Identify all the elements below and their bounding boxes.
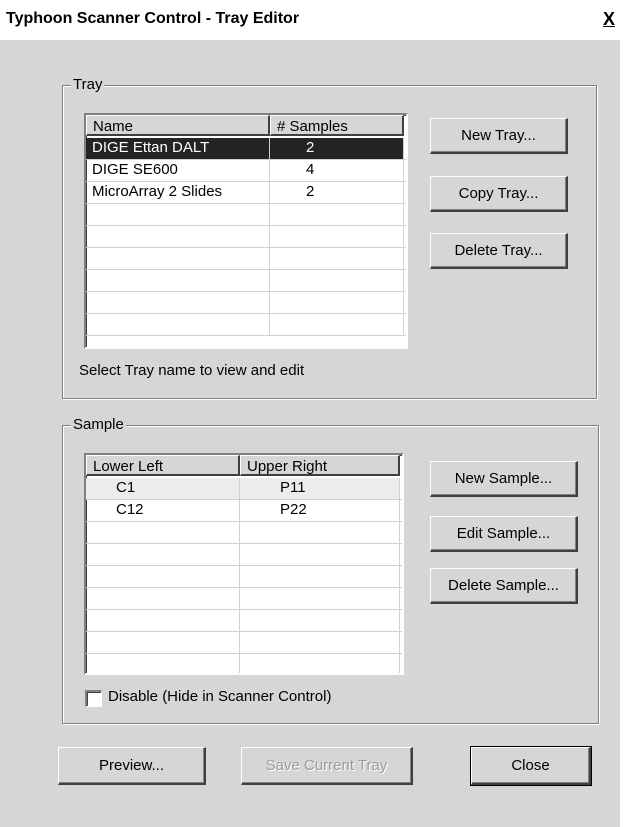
tray-rows: DIGE Ettan DALT 2 DIGE SE600 4 MicroArray 2 … xyxy=(86,138,406,336)
disable-checkbox[interactable] xyxy=(85,690,102,707)
upper-right-cell: P11 xyxy=(240,478,400,499)
tray-row-empty xyxy=(86,248,406,270)
tray-samples-cell xyxy=(270,248,404,269)
tray-row-empty xyxy=(86,204,406,226)
tray-name-cell: DIGE Ettan DALT xyxy=(86,138,270,159)
column-header-lower-left[interactable]: Lower Left xyxy=(86,455,240,476)
close-button[interactable]: Close xyxy=(470,746,592,786)
lower-left-cell xyxy=(86,522,240,543)
column-header-samples[interactable]: # Samples xyxy=(270,115,404,136)
upper-right-cell xyxy=(240,544,400,565)
tray-row[interactable]: DIGE Ettan DALT 2 xyxy=(86,138,406,160)
tray-samples-cell xyxy=(270,270,404,291)
tray-samples-cell: 4 xyxy=(270,160,404,181)
tray-name-cell xyxy=(86,292,270,313)
tray-editor-dialog: Tray Name # Samples DIGE Ettan DALT 2 DIGE… xyxy=(0,40,624,827)
sample-row-empty xyxy=(86,544,402,566)
tray-list-header: Name # Samples xyxy=(86,115,406,138)
tray-samples-cell: 2 xyxy=(270,138,404,159)
lower-left-cell xyxy=(86,588,240,609)
sample-rows: C1 P11 C12 P22 xyxy=(86,478,402,673)
tray-row[interactable]: DIGE SE600 4 xyxy=(86,160,406,182)
new-sample-button[interactable]: New Sample... xyxy=(430,461,578,497)
tray-name-cell xyxy=(86,204,270,225)
tray-name-cell xyxy=(86,314,270,335)
new-tray-button[interactable]: New Tray... xyxy=(430,118,568,154)
sample-row-empty xyxy=(86,610,402,632)
tray-samples-cell xyxy=(270,314,404,335)
lower-left-cell xyxy=(86,632,240,653)
tray-row-empty xyxy=(86,226,406,248)
upper-right-cell xyxy=(240,522,400,543)
copy-tray-button[interactable]: Copy Tray... xyxy=(430,176,568,212)
tray-row-empty xyxy=(86,292,406,314)
sample-list[interactable]: Lower Left Upper Right C1 P11 C12 P22 xyxy=(84,453,404,675)
tray-name-cell xyxy=(86,270,270,291)
window-title: Typhoon Scanner Control - Tray Editor xyxy=(6,10,300,27)
sample-group-label: Sample xyxy=(71,416,126,433)
upper-right-cell xyxy=(240,654,400,673)
sample-row-empty xyxy=(86,654,402,673)
tray-samples-cell: 2 xyxy=(270,182,404,203)
sample-row-empty xyxy=(86,522,402,544)
tray-samples-cell xyxy=(270,204,404,225)
disable-checkbox-label[interactable]: Disable (Hide in Scanner Control) xyxy=(108,688,331,705)
close-window-button[interactable]: X xyxy=(598,8,620,30)
tray-hint-text: Select Tray name to view and edit xyxy=(79,362,305,379)
tray-name-cell: MicroArray 2 Slides xyxy=(86,182,270,203)
preview-button[interactable]: Preview... xyxy=(58,747,206,785)
sample-row-empty xyxy=(86,632,402,654)
sample-row-empty xyxy=(86,588,402,610)
edit-sample-button[interactable]: Edit Sample... xyxy=(430,516,578,552)
lower-left-cell xyxy=(86,654,240,673)
column-header-name[interactable]: Name xyxy=(86,115,270,136)
sample-list-header: Lower Left Upper Right xyxy=(86,455,402,478)
upper-right-cell xyxy=(240,566,400,587)
lower-left-cell xyxy=(86,566,240,587)
sample-row[interactable]: C12 P22 xyxy=(86,500,402,522)
tray-name-cell: DIGE SE600 xyxy=(86,160,270,181)
tray-row-empty xyxy=(86,270,406,292)
tray-samples-cell xyxy=(270,292,404,313)
lower-left-cell xyxy=(86,610,240,631)
upper-right-cell xyxy=(240,610,400,631)
lower-left-cell: C1 xyxy=(86,478,240,499)
title-bar: Typhoon Scanner Control - Tray Editor X xyxy=(0,0,624,40)
delete-tray-button[interactable]: Delete Tray... xyxy=(430,233,568,269)
upper-right-cell xyxy=(240,588,400,609)
lower-left-cell: C12 xyxy=(86,500,240,521)
tray-row[interactable]: MicroArray 2 Slides 2 xyxy=(86,182,406,204)
sample-row-empty xyxy=(86,566,402,588)
save-current-tray-button[interactable]: Save Current Tray xyxy=(241,747,413,785)
upper-right-cell xyxy=(240,632,400,653)
upper-right-cell: P22 xyxy=(240,500,400,521)
column-header-upper-right[interactable]: Upper Right xyxy=(240,455,400,476)
tray-samples-cell xyxy=(270,226,404,247)
tray-row-empty xyxy=(86,314,406,336)
tray-name-cell xyxy=(86,248,270,269)
delete-sample-button[interactable]: Delete Sample... xyxy=(430,568,578,604)
sample-row[interactable]: C1 P11 xyxy=(86,478,402,500)
tray-name-cell xyxy=(86,226,270,247)
lower-left-cell xyxy=(86,544,240,565)
tray-group-label: Tray xyxy=(71,76,105,93)
tray-list[interactable]: Name # Samples DIGE Ettan DALT 2 DIGE SE60… xyxy=(84,113,408,349)
